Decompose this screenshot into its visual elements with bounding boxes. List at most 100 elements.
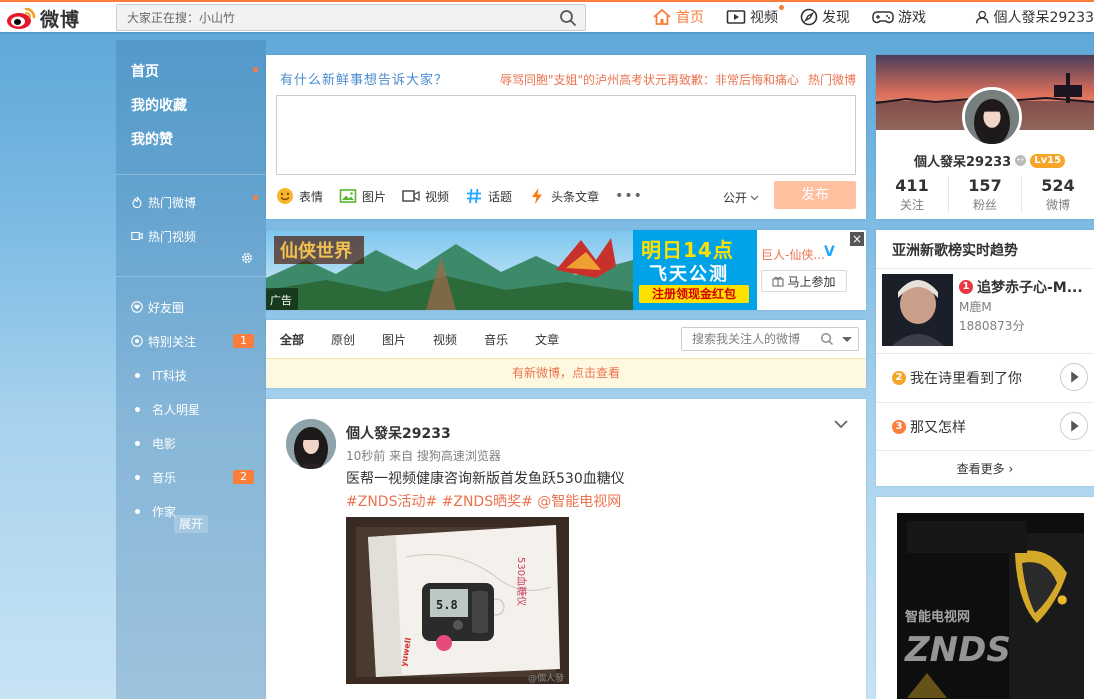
stat-following[interactable]: 411 关注 [876,176,948,213]
picture-icon [339,189,357,203]
sidebar-item-likes[interactable]: 我的赞 [116,129,266,163]
sidebar-item-hot-video[interactable]: 热门视频 [116,219,266,253]
top-song-cover[interactable] [882,274,953,346]
post-photo[interactable]: 5.8 530血糖仪 yuwell [346,517,569,684]
stat-followers[interactable]: 157 粉丝 [948,176,1021,213]
sidebar-item-favorites[interactable]: 我的收藏 [116,95,266,129]
sidebar-item-music[interactable]: 音乐 2 [116,460,266,494]
play-button-icon[interactable] [1060,412,1088,440]
divider [876,450,1094,451]
nav-games-label: 游戏 [898,10,926,26]
heart-circle-icon [131,301,143,313]
sidebar-item-special-follow[interactable]: 特别关注 1 [116,324,266,358]
post-topic-links[interactable]: #ZNDS活动# #ZNDS晒奖# @智能电视网 [346,491,621,511]
profile-card: 個人發呆29233 Lv15 411 关注 157 粉丝 524 微博 [876,55,1094,219]
sidebar-item-label: 特别关注 [148,334,197,349]
join-now-button[interactable]: 马上参加 [761,270,847,292]
hot-topic-link[interactable]: 辱骂同胞"支姐"的泸州高考状元再致歉：非常后悔和痛心 [500,71,799,88]
emoji-button[interactable]: 表情 [276,187,323,205]
tab-music[interactable]: 音乐 [484,331,508,349]
nav-games[interactable]: 游戏 [872,7,926,27]
concert-poster-image[interactable]: 智能电视网 ZNDS ● [897,513,1084,699]
video-icon [131,231,143,241]
svg-text:仙侠世界: 仙侠世界 [280,240,352,262]
weibo-logo[interactable]: 微博 [6,5,80,31]
sidebar-item-friends[interactable]: 好友圈 [116,290,266,324]
feed-post: 個人發呆29233 10秒前 来自 搜狗高速浏览器 医帮一视频健康咨询新版首发鱼… [266,399,866,699]
search-icon[interactable] [820,332,834,346]
composer-textarea[interactable] [276,95,856,175]
new-dot [779,5,784,10]
publish-button[interactable]: 发布 [774,181,856,209]
new-dot [253,67,258,72]
sidebar-item-label: 好友圈 [148,300,185,315]
advertiser-link[interactable]: 巨人-仙侠... [761,246,825,263]
author-avatar[interactable] [286,419,336,469]
search-icon[interactable] [559,9,577,27]
profile-name[interactable]: 個人發呆29233 Lv15 [914,151,1066,170]
ad-banner[interactable]: 仙侠世界 广告 明日14点 飞天公测 注册领现金红包 巨人-仙侠... V 马上… [266,230,866,310]
followee-search [681,327,859,351]
nav-user-profile[interactable]: 個人發呆29233 [975,7,1094,27]
sidebar-item-movies[interactable]: 电影 [116,426,266,460]
nav-discover[interactable]: 发现 [800,7,850,27]
visibility-label: 公开 [723,191,748,205]
top-nav-bar: 微博 首页 视频 [0,0,1094,32]
sidebar-item-hot-weibo[interactable]: 热门微博 [116,185,266,219]
song-trends-card: 亚洲新歌榜实时趋势 1 追梦赤子心-M... M鹿M 1880873分 2 我在… [876,230,1094,486]
headline-article-button[interactable]: 头条文章 [528,187,599,205]
sidebar-item-label: 作家 [152,504,177,519]
profile-stats: 411 关注 157 粉丝 524 微博 [876,176,1094,213]
caret-down-icon[interactable] [842,337,852,342]
sidebar-item-home[interactable]: 首页 [116,61,266,95]
stat-label: 关注 [899,198,924,212]
nav-video[interactable]: 视频 [726,5,784,27]
more-tools-button[interactable]: ••• [615,188,643,204]
game-ad-artwork[interactable]: 仙侠世界 [266,230,633,310]
nav-video-label: 视频 [750,10,778,26]
tab-original[interactable]: 原创 [331,331,355,349]
sidebar-expand-button[interactable]: 展开 [174,515,208,533]
post-meta: 10秒前 来自 搜狗高速浏览器 [346,449,501,463]
tab-videos[interactable]: 视频 [433,331,457,349]
top-song-title[interactable]: 1 追梦赤子心-M... [959,277,1089,297]
hot-weibo-link[interactable]: 热门微博 [808,71,856,88]
search-input[interactable] [117,5,547,30]
sidebar-item-it-tech[interactable]: IT科技 [116,358,266,392]
visibility-dropdown[interactable]: 公开 [723,189,759,206]
stat-number: 524 [1041,176,1075,195]
new-posts-notice[interactable]: 有新微博，点击查看 [266,358,866,388]
profile-avatar[interactable] [962,87,1022,147]
top-song-artist[interactable]: M鹿M [959,298,992,315]
trend-song-3[interactable]: 3 那又怎样 [892,417,966,437]
trend-song-2[interactable]: 2 我在诗里看到了你 [892,368,1022,388]
tool-label: 话题 [488,189,513,204]
chevron-down-icon[interactable] [834,419,848,429]
home-icon [653,8,671,25]
video-button[interactable]: 视频 [402,187,449,205]
song-title-text: 我在诗里看到了你 [910,371,1022,387]
post-author-name[interactable]: 個人發呆29233 [346,423,451,443]
stat-posts[interactable]: 524 微博 [1021,176,1094,213]
followee-search-input[interactable] [682,328,817,350]
svg-text:ZNDS: ZNDS [904,630,1011,670]
view-more-link[interactable]: 查看更多 › [876,460,1094,477]
image-button[interactable]: 图片 [339,187,386,205]
stat-label: 粉丝 [972,198,997,212]
tab-all[interactable]: 全部 [280,331,304,349]
topic-button[interactable]: 话题 [465,187,512,205]
play-button-icon[interactable] [1060,363,1088,391]
sidebar-item-label: 热门视频 [148,229,197,244]
tab-images[interactable]: 图片 [382,331,406,349]
svg-text:智能电视网: 智能电视网 [905,609,970,625]
sidebar-item-celebrities[interactable]: 名人明星 [116,392,266,426]
close-ad-button[interactable]: × [850,232,864,246]
nav-home[interactable]: 首页 [652,7,704,27]
nav-username: 個人發呆29233 [993,10,1094,26]
gear-icon[interactable] [240,251,254,265]
song-title-text: 追梦赤子心-M... [977,280,1083,296]
song-title-text: 那又怎样 [910,420,966,436]
ad-promo-panel[interactable]: 明日14点 飞天公测 注册领现金红包 [633,230,757,310]
tab-articles[interactable]: 文章 [535,331,559,349]
unread-badge: 2 [233,470,254,484]
